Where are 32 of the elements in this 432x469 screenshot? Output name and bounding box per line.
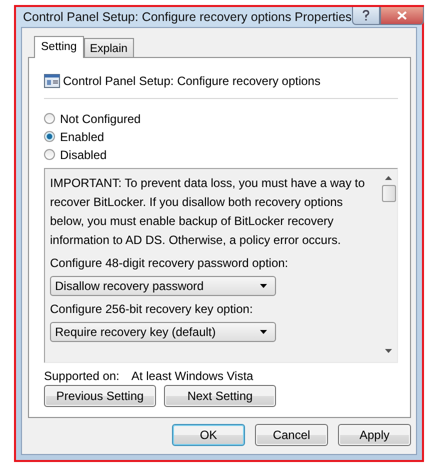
scroll-thumb[interactable] (382, 185, 396, 202)
radio-button[interactable] (44, 113, 55, 124)
scroll-up-icon[interactable] (385, 176, 392, 180)
tab[interactable]: Setting (34, 36, 84, 58)
close-icon (396, 11, 407, 20)
radio-label: Disabled (60, 148, 107, 162)
caret-icon (260, 284, 267, 288)
field-label: Configure 256-bit recovery key option: (50, 302, 254, 316)
radio-label: Not Configured (60, 112, 141, 126)
policy-title: Control Panel Setup: Configure recovery options (63, 74, 320, 88)
nav-button[interactable]: Next Setting (164, 385, 276, 407)
dropdown[interactable]: Disallow recovery password (50, 276, 276, 296)
radio-button[interactable] (44, 149, 55, 160)
supported-value: At least Windows Vista (131, 369, 254, 383)
policy-icon (44, 74, 60, 88)
field-label: Configure 48-digit recovery password option: (50, 256, 290, 270)
radio-label: Enabled (60, 130, 104, 144)
dialog-button[interactable]: OK (172, 424, 245, 446)
dialog-button[interactable]: Cancel (255, 424, 328, 446)
nav-button[interactable]: Previous Setting (44, 385, 156, 407)
question-mark-icon (362, 10, 370, 21)
supported-label: Supported on: (44, 369, 120, 383)
dialog-button[interactable]: Apply (338, 424, 411, 446)
help-button[interactable] (352, 7, 380, 25)
window-title: Control Panel Setup: Configure recovery options Properties (22, 10, 352, 24)
close-button[interactable] (380, 7, 424, 25)
tab[interactable]: Explain (84, 38, 134, 58)
radio-button[interactable] (44, 131, 55, 142)
dropdown[interactable]: Require recovery key (default) (50, 322, 276, 342)
caret-icon (260, 330, 267, 334)
description-text: IMPORTANT: To prevent data loss, you must have a way to recover BitLocker. If you disallow both recovery options below, you must enable backup of BitLocker recovery information to AD DS. Otherwise, a policy error occurs. (50, 175, 366, 249)
scroll-down-icon[interactable] (385, 349, 392, 353)
